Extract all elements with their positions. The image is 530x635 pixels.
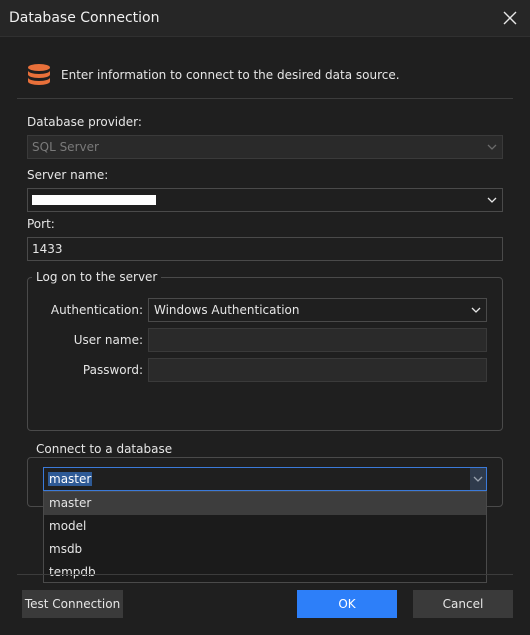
server-combobox[interactable] — [27, 188, 503, 212]
username-label: User name: — [73, 333, 143, 347]
auth-value: Windows Authentication — [154, 303, 300, 317]
provider-select: SQL Server — [27, 135, 503, 159]
database-dropdown-list: master model msdb tempdb — [43, 491, 487, 583]
cancel-button[interactable]: Cancel — [413, 590, 513, 618]
username-input — [148, 328, 487, 352]
password-input — [148, 358, 487, 382]
title-bar: Database Connection — [0, 0, 530, 37]
password-label: Password: — [82, 363, 143, 377]
ok-button[interactable]: OK — [297, 590, 397, 618]
database-icon — [27, 63, 51, 90]
port-input[interactable]: 1433 — [27, 237, 503, 261]
chevron-down-icon[interactable] — [487, 196, 497, 204]
database-value[interactable]: master — [48, 472, 93, 486]
database-combobox[interactable]: master — [43, 467, 487, 491]
auth-select[interactable]: Windows Authentication — [148, 298, 487, 322]
close-icon — [503, 11, 517, 25]
database-option[interactable]: master — [44, 492, 486, 515]
redacted-server-value — [32, 195, 156, 205]
database-legend: Connect to a database — [32, 442, 177, 456]
close-button[interactable] — [498, 6, 522, 30]
port-value: 1433 — [32, 242, 63, 256]
database-dropdown-button[interactable] — [470, 468, 486, 490]
chevron-down-icon — [487, 144, 497, 150]
provider-value: SQL Server — [32, 140, 99, 154]
window-title: Database Connection — [9, 10, 160, 26]
auth-label: Authentication: — [50, 303, 143, 317]
test-connection-button[interactable]: Test Connection — [22, 590, 123, 618]
port-label: Port: — [27, 217, 55, 231]
chevron-down-icon — [473, 476, 483, 482]
chevron-down-icon — [471, 307, 481, 313]
database-option[interactable]: model — [44, 515, 486, 538]
header-divider — [17, 98, 513, 99]
database-option[interactable]: msdb — [44, 538, 486, 561]
database-option[interactable]: tempdb — [44, 561, 486, 584]
server-label: Server name: — [27, 168, 109, 182]
logon-legend: Log on to the server — [32, 270, 162, 284]
provider-label: Database provider: — [27, 115, 142, 129]
footer-divider — [17, 574, 513, 575]
header-description: Enter information to connect to the desi… — [61, 68, 400, 82]
